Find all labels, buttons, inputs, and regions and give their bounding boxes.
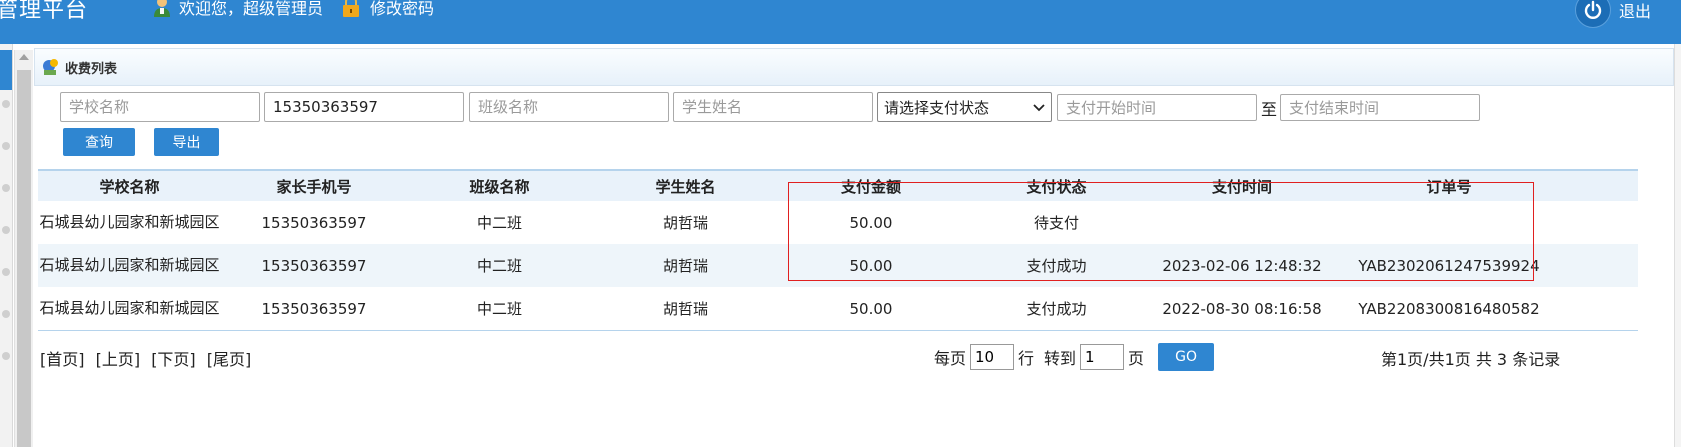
- col-class: 班级名称: [469, 177, 530, 196]
- page-controls: 每页 行 转到 页 GO: [934, 343, 1215, 371]
- last-page-link[interactable]: [尾页]: [207, 350, 252, 369]
- cell-amount: 50.00: [849, 299, 893, 318]
- col-student: 学生姓名: [655, 177, 716, 196]
- col-school: 学校名称: [99, 177, 160, 196]
- logout-label: 退出: [1618, 2, 1651, 21]
- next-page-link[interactable]: [下页]: [151, 350, 196, 369]
- cell-class: 中二班: [476, 257, 522, 275]
- cell-time: 2023-02-06 12:48:32: [1162, 256, 1322, 275]
- rows-unit: 行: [1018, 349, 1035, 368]
- cell-status: 支付成功: [1026, 257, 1087, 275]
- col-amount: 支付金额: [840, 177, 901, 196]
- table-row[interactable]: 石城县幼儿园家和新城园区 15350363597 中二班 胡哲瑞 50.00 支…: [38, 287, 1638, 330]
- pay-status-select[interactable]: 请选择支付状态: [877, 92, 1052, 122]
- welcome-text: 欢迎您，超级管理员: [179, 0, 324, 18]
- goto-page-input[interactable]: [1080, 344, 1125, 370]
- list-icon: [41, 57, 61, 77]
- cell-amount: 50.00: [849, 256, 893, 275]
- cell-phone: 15350363597: [261, 213, 367, 232]
- per-page-input[interactable]: [970, 344, 1015, 370]
- cell-school: 石城县幼儿园家和新城园区: [39, 256, 220, 274]
- right-edge: [1674, 44, 1681, 447]
- cell-status: 支付成功: [1026, 300, 1087, 318]
- col-time: 支付时间: [1211, 177, 1272, 196]
- welcome-user: 欢迎您，超级管理员: [153, 0, 323, 19]
- scroll-up-arrow[interactable]: [19, 54, 29, 60]
- prev-page-link[interactable]: [上页]: [96, 350, 141, 369]
- page-unit: 页: [1128, 349, 1145, 368]
- sidebar-active-item[interactable]: [0, 50, 12, 90]
- parent-phone-input[interactable]: [264, 92, 464, 122]
- student-name-input[interactable]: [673, 92, 873, 122]
- sidebar-dot[interactable]: [2, 310, 10, 318]
- cell-school: 石城县幼儿园家和新城园区: [39, 213, 220, 231]
- charge-list-panel: 收费列表 请选择支付状态 至 查询 导出 学校名称 家长手机号 班级名称 学生姓…: [34, 48, 1674, 447]
- sidebar-dot[interactable]: [2, 100, 10, 108]
- pay-status-value: 请选择支付状态: [884, 98, 990, 117]
- go-button[interactable]: GO: [1158, 343, 1215, 371]
- class-name-input[interactable]: [469, 92, 669, 122]
- cell-time: 2022-08-30 08:16:58: [1162, 299, 1322, 318]
- change-password-label: 修改密码: [370, 0, 435, 18]
- pay-start-time-input[interactable]: [1057, 94, 1257, 121]
- page-summary: 第1页/共1页 共 3 条记录: [1381, 350, 1561, 369]
- cell-phone: 15350363597: [261, 299, 367, 318]
- pay-end-time-input[interactable]: [1280, 94, 1480, 121]
- pager-links: [首页] [上页] [下页] [尾页]: [40, 346, 257, 370]
- panel-header: 收费列表: [34, 48, 1674, 86]
- table-bottom-border: [38, 330, 1638, 331]
- scrollbar-thumb[interactable]: [17, 70, 31, 447]
- sidebar-dot[interactable]: [2, 226, 10, 234]
- logout-button[interactable]: 退出: [1574, 0, 1651, 28]
- cell-phone: 15350363597: [261, 256, 367, 275]
- panel-title: 收费列表: [65, 61, 118, 77]
- cell-class: 中二班: [476, 300, 522, 318]
- cell-order: YAB2302061247539924: [1358, 256, 1540, 275]
- lock-icon: [342, 0, 360, 18]
- to-label: 至: [1261, 100, 1278, 119]
- col-order: 订单号: [1426, 177, 1472, 196]
- school-name-input[interactable]: [60, 92, 260, 122]
- col-status: 支付状态: [1026, 177, 1087, 196]
- sidebar-collapsed[interactable]: [0, 44, 13, 447]
- per-page-label: 每页: [934, 349, 967, 368]
- cell-amount: 50.00: [849, 213, 893, 232]
- cell-status: 待支付: [1033, 214, 1079, 232]
- charge-table: 学校名称 家长手机号 班级名称 学生姓名 支付金额 支付状态 支付时间 订单号 …: [38, 169, 1638, 331]
- chevron-down-icon: [1033, 98, 1045, 116]
- cell-school: 石城县幼儿园家和新城园区: [39, 299, 220, 317]
- query-button[interactable]: 查询: [63, 128, 135, 156]
- user-icon: [153, 0, 171, 18]
- cell-student: 胡哲瑞: [662, 214, 708, 232]
- power-icon: [1574, 0, 1611, 28]
- sidebar-dot[interactable]: [2, 142, 10, 150]
- sidebar-dot[interactable]: [2, 184, 10, 192]
- table-header: 学校名称 家长手机号 班级名称 学生姓名 支付金额 支付状态 支付时间 订单号: [38, 169, 1638, 201]
- vertical-scrollbar[interactable]: [14, 50, 33, 447]
- cell-student: 胡哲瑞: [662, 300, 708, 318]
- first-page-link[interactable]: [首页]: [40, 350, 85, 369]
- col-phone: 家长手机号: [276, 177, 352, 196]
- table-row[interactable]: 石城县幼儿园家和新城园区 15350363597 中二班 胡哲瑞 50.00 支…: [38, 244, 1638, 287]
- export-button[interactable]: 导出: [154, 128, 219, 156]
- cell-class: 中二班: [476, 214, 522, 232]
- app-title: 管理平台: [0, 0, 89, 23]
- cell-student: 胡哲瑞: [662, 257, 708, 275]
- goto-label: 转到: [1044, 349, 1077, 368]
- change-password-link[interactable]: 修改密码: [342, 0, 434, 19]
- sidebar-dot[interactable]: [2, 352, 10, 360]
- sidebar-dot[interactable]: [2, 268, 10, 276]
- cell-order: YAB2208300816480582: [1358, 299, 1540, 318]
- top-header: 管理平台 欢迎您，超级管理员 修改密码 退出: [0, 0, 1681, 44]
- table-row[interactable]: 石城县幼儿园家和新城园区 15350363597 中二班 胡哲瑞 50.00 待…: [38, 201, 1638, 244]
